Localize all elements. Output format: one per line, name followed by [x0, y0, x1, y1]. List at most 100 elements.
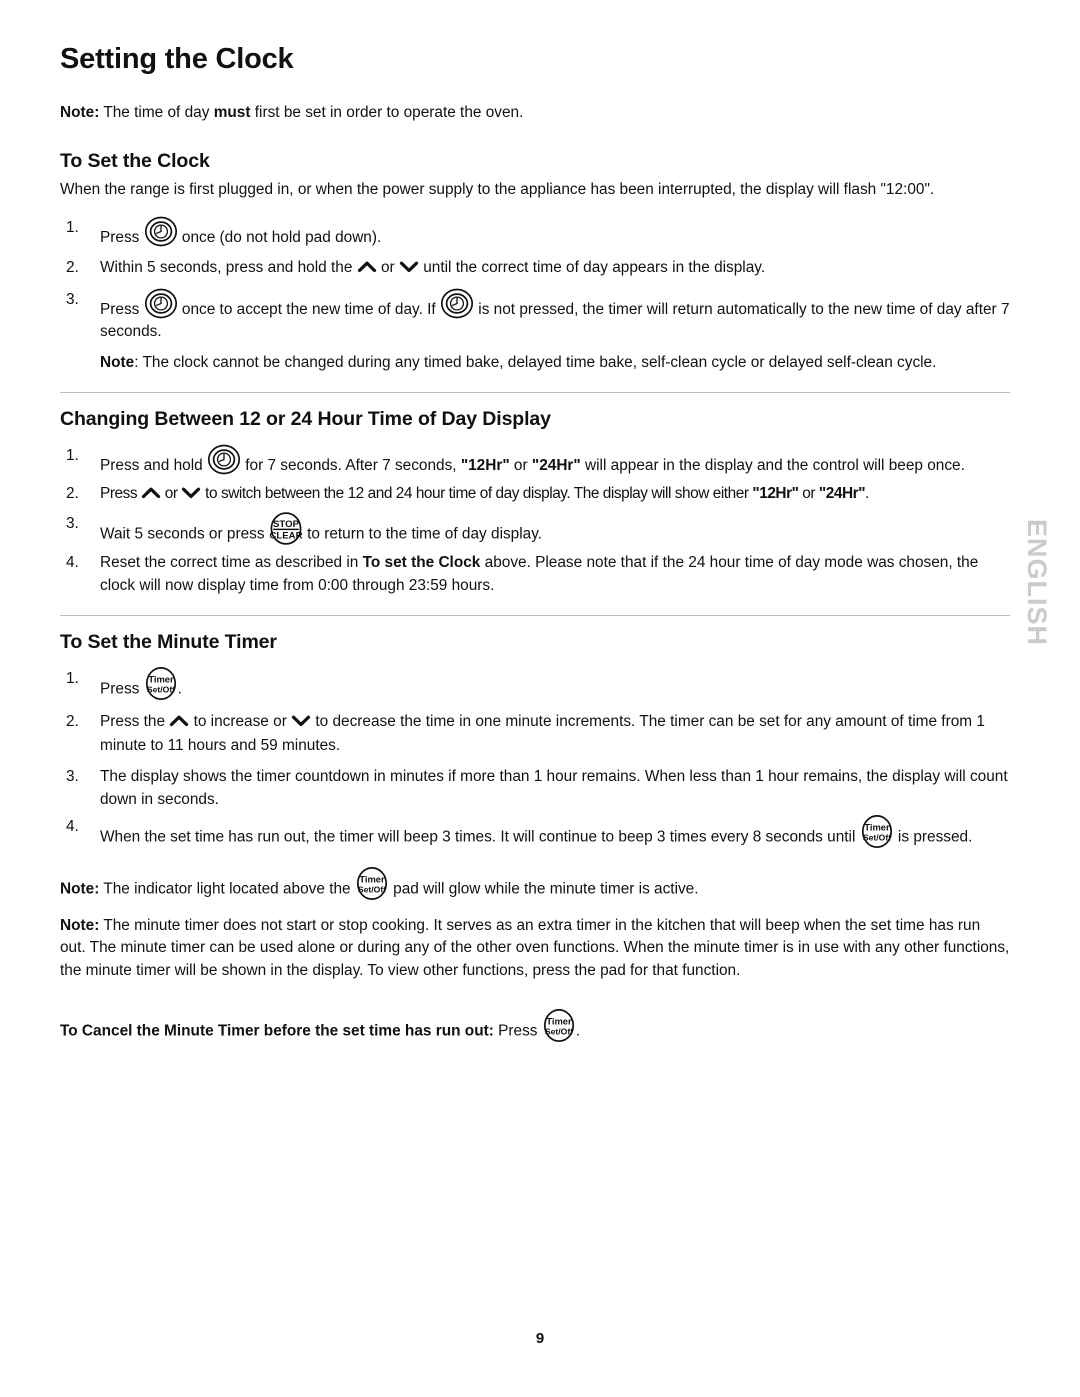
cross-reference-set-clock: To set the Clock — [362, 554, 481, 572]
timer-set-off-pad-icon[interactable]: Timer Set/Off — [542, 1008, 576, 1042]
chevron-up-icon[interactable] — [169, 713, 189, 728]
document-page: ENGLISH Setting the Clock Note: The time… — [0, 0, 1080, 1397]
display-value-12hr: "12Hr" — [752, 485, 799, 503]
chevron-down-icon[interactable] — [181, 485, 201, 500]
step-text-part: once (do not hold pad down). — [181, 228, 382, 246]
step-text-part: Reset the correct time as described in — [100, 554, 363, 572]
step-text-part: Press — [100, 300, 140, 318]
timer-set-off-pad-icon[interactable]: Timer Set/Off — [144, 666, 178, 700]
display-value-24hr: "24Hr" — [818, 485, 866, 503]
note-text-part: pad will glow while the minute timer is … — [388, 880, 699, 898]
step-text-part: for 7 seconds. After 7 seconds, — [245, 456, 461, 474]
note-lead: Note: — [60, 916, 100, 934]
steps-minute-timer: 1. Press Timer Set/Off . 2. Press the to… — [60, 666, 1010, 849]
display-value-12hr: "12Hr" — [460, 456, 510, 474]
step-text-part: Press the — [100, 713, 170, 731]
step-text-part: is pressed. — [893, 828, 973, 846]
intro-note-text-before: The time of day — [99, 103, 214, 121]
step-text-part: or — [160, 485, 182, 503]
step-number: 1. — [66, 669, 79, 687]
step-number: 3. — [66, 290, 79, 308]
step-text-part: The display shows the timer countdown in… — [100, 767, 1008, 808]
step-minute-timer-4: 4. When the set time has run out, the ti… — [60, 814, 1010, 849]
step-text-part: or — [798, 485, 819, 503]
svg-text:Set/Off: Set/Off — [147, 684, 175, 694]
step-text-part: Wait 5 seconds or press — [100, 525, 269, 543]
page-number: 9 — [535, 1330, 545, 1347]
svg-text:Timer: Timer — [864, 821, 890, 832]
svg-text:Timer: Timer — [546, 1015, 572, 1026]
section-divider — [60, 615, 1010, 617]
language-side-tab: ENGLISH — [1014, 512, 1058, 652]
step-text-part: . — [177, 680, 182, 698]
step-number: 3. — [66, 514, 79, 532]
step-set-clock-3: 3. Press once to accept the new time of … — [60, 288, 1010, 375]
step-text-part: will appear in the display and the contr… — [580, 456, 965, 474]
step-text-part: Press — [100, 228, 140, 246]
intro-note-bold: must — [213, 103, 251, 121]
step-text-part: to switch between the 12 and 24 hour tim… — [201, 485, 753, 503]
step-minute-timer-1: 1. Press Timer Set/Off . — [60, 666, 1010, 701]
step-number: 1. — [66, 446, 79, 464]
step-number: 1. — [66, 218, 79, 236]
note-lead: Note: — [60, 880, 100, 898]
step-text-part: Press — [100, 680, 144, 698]
note-minute-timer-behavior: Note: The minute timer does not start or… — [60, 915, 1010, 983]
step-12-24-4: 4. Reset the correct time as described i… — [60, 551, 1010, 597]
display-value-24hr: "24Hr" — [531, 456, 581, 474]
step-text-part: once to accept the new time of day. If — [181, 300, 436, 318]
page-content: Setting the Clock Note: The time of day … — [60, 43, 1010, 1043]
step-text-part: . — [865, 485, 869, 503]
step-number: 3. — [66, 767, 79, 785]
sub-note-text: : The clock cannot be changed during any… — [134, 353, 937, 371]
step-12-24-3: 3. Wait 5 seconds or press STOP CLEAR to… — [60, 511, 1010, 546]
step-12-24-1: 1. Press and hold for 7 seconds. After 7… — [60, 444, 1010, 477]
clock-pad-icon[interactable] — [144, 288, 178, 319]
timer-set-off-pad-icon[interactable]: Timer Set/Off — [860, 814, 894, 848]
step-text-part: or — [380, 259, 395, 277]
cancel-minute-timer-lead: To Cancel the Minute Timer before the se… — [60, 1022, 494, 1040]
note-text-part: The minute timer does not start or stop … — [60, 916, 1010, 979]
cancel-minute-timer-line: To Cancel the Minute Timer before the se… — [60, 1008, 1010, 1043]
clock-pad-icon[interactable] — [440, 288, 474, 319]
clock-pad-icon[interactable] — [207, 444, 241, 475]
step-minute-timer-3: 3. The display shows the timer countdown… — [60, 765, 1010, 811]
intro-note: Note: The time of day must first be set … — [60, 102, 1010, 125]
section-divider — [60, 392, 1010, 394]
svg-text:STOP: STOP — [273, 519, 300, 530]
chevron-up-icon[interactable] — [357, 259, 377, 274]
note-indicator-light: Note: The indicator light located above … — [60, 866, 1010, 901]
clock-pad-icon[interactable] — [144, 216, 178, 247]
svg-text:Set/Off: Set/Off — [545, 1026, 573, 1036]
chevron-down-icon[interactable] — [291, 713, 311, 728]
timer-set-off-pad-icon[interactable]: Timer Set/Off — [355, 866, 389, 900]
step-text-part: When the set time has run out, the timer… — [100, 828, 860, 846]
step-text-part: Within 5 seconds, press and hold the — [100, 259, 353, 277]
chevron-down-icon[interactable] — [399, 259, 419, 274]
step-set-clock-2: 2. Within 5 seconds, press and hold the … — [60, 256, 1010, 279]
stop-clear-pad-icon[interactable]: STOP CLEAR — [269, 511, 303, 545]
step-number: 4. — [66, 817, 79, 835]
cancel-text-part: Press — [493, 1022, 542, 1040]
step-12-24-2: 2. Press or to switch between the 12 and… — [60, 482, 1010, 505]
steps-12-24-hour: 1. Press and hold for 7 seconds. After 7… — [60, 444, 1010, 598]
step-set-clock-1: 1. Press once (do not hold pad down). — [60, 216, 1010, 249]
page-title: Setting the Clock — [60, 43, 294, 75]
step-minute-timer-2: 2. Press the to increase or to decrease … — [60, 710, 1010, 756]
step-number: 4. — [66, 554, 79, 572]
step-number: 2. — [66, 713, 79, 731]
svg-text:Set/Off: Set/Off — [863, 832, 891, 842]
section-heading-minute-timer: To Set the Minute Timer — [60, 631, 277, 654]
section-heading-12-24-hour: Changing Between 12 or 24 Hour Time of D… — [60, 408, 551, 431]
step-text-part: until the correct time of day appears in… — [423, 259, 766, 277]
chevron-up-icon[interactable] — [141, 485, 161, 500]
svg-text:Set/Off: Set/Off — [358, 884, 386, 894]
section-heading-set-clock: To Set the Clock — [60, 149, 210, 172]
step-text-part: or — [509, 456, 532, 474]
step-text-part: Press — [100, 485, 141, 503]
svg-text:CLEAR: CLEAR — [269, 530, 302, 541]
svg-text:Timer: Timer — [148, 673, 174, 684]
section-intro-set-clock: When the range is first plugged in, or w… — [60, 180, 935, 198]
step-number: 2. — [66, 259, 79, 277]
sub-note-set-clock: Note: The clock cannot be changed during… — [100, 352, 1010, 375]
